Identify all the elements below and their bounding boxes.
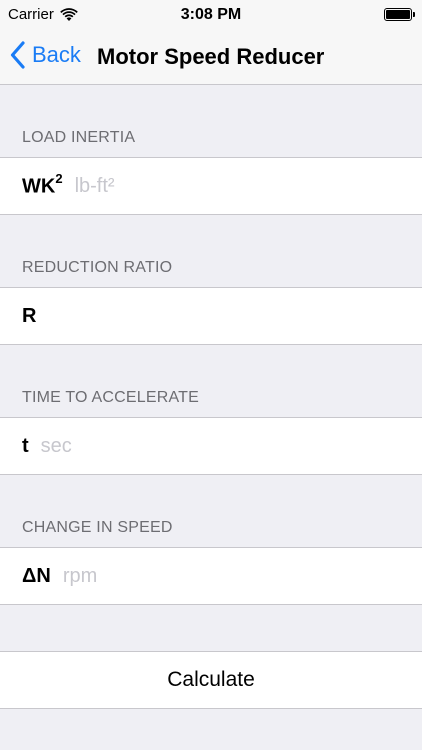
field-row-time-to-accelerate: t xyxy=(0,418,422,475)
calculator-form: LOAD INERTIA WK2 REDUCTION RATIO R TIME … xyxy=(0,85,422,709)
change-in-speed-input[interactable] xyxy=(62,561,422,591)
field-row-load-inertia: WK2 xyxy=(0,158,422,215)
page-title: Motor Speed Reducer xyxy=(97,44,325,69)
load-inertia-input[interactable] xyxy=(74,171,422,201)
navigation-bar: Back Motor Speed Reducer xyxy=(0,30,422,85)
field-label-load-inertia: WK2 xyxy=(22,171,63,199)
back-label: Back xyxy=(32,42,81,67)
label-text: WK xyxy=(22,175,56,198)
field-row-reduction-ratio: R xyxy=(0,288,422,345)
time-to-accelerate-input[interactable] xyxy=(40,431,422,461)
field-label-change-in-speed: ΔN xyxy=(22,564,51,587)
calculate-row[interactable]: Calculate xyxy=(0,651,422,709)
status-bar: Carrier 3:08 PM xyxy=(0,0,422,30)
field-row-change-in-speed: ΔN xyxy=(0,548,422,605)
back-button[interactable]: Back xyxy=(10,41,81,69)
field-label-time-to-accelerate: t xyxy=(22,434,29,457)
section-header-change-in-speed: CHANGE IN SPEED xyxy=(0,475,422,548)
reduction-ratio-input[interactable] xyxy=(48,301,422,331)
field-label-reduction-ratio: R xyxy=(22,304,37,327)
calculate-button[interactable]: Calculate xyxy=(161,667,261,693)
section-header-time-to-accelerate: TIME TO ACCELERATE xyxy=(0,345,422,418)
section-header-load-inertia: LOAD INERTIA xyxy=(0,85,422,158)
battery-icon xyxy=(384,8,415,21)
label-superscript: 2 xyxy=(55,171,63,187)
status-time: 3:08 PM xyxy=(180,6,242,23)
chevron-left-icon xyxy=(10,41,25,69)
section-header-reduction-ratio: REDUCTION RATIO xyxy=(0,215,422,288)
